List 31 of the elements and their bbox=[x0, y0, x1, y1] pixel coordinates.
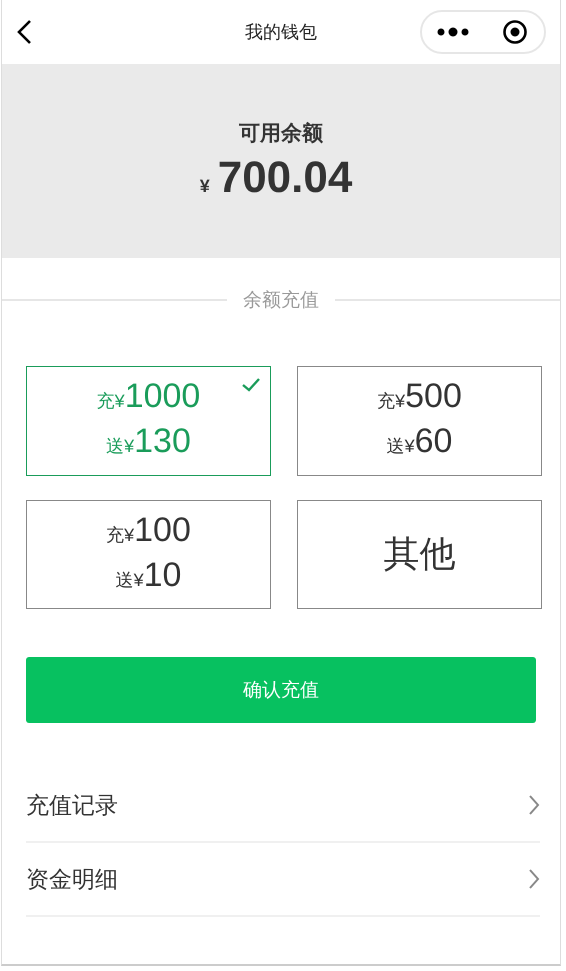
more-icon[interactable] bbox=[436, 26, 470, 38]
other-amount-label: 其他 bbox=[384, 532, 456, 576]
charge-amount: 100 bbox=[134, 510, 191, 550]
chevron-icon bbox=[528, 868, 540, 890]
charge-amount: 500 bbox=[405, 376, 462, 416]
bonus-label: 送¥ bbox=[386, 435, 415, 458]
charge-amount: 1000 bbox=[124, 376, 200, 416]
check-icon bbox=[241, 377, 261, 392]
list-item-label: 充值记录 bbox=[26, 790, 118, 820]
bonus-label: 送¥ bbox=[106, 435, 134, 458]
bonus-label: 送¥ bbox=[116, 568, 144, 592]
recharge-option[interactable]: 充¥1000 送¥130 bbox=[26, 366, 271, 476]
balance-amount: 700.04 bbox=[218, 153, 352, 203]
recharge-option[interactable]: 充¥500 送¥60 bbox=[297, 366, 542, 476]
bonus-amount: 60 bbox=[414, 421, 452, 461]
page-title: 我的钱包 bbox=[245, 21, 317, 44]
recharge-option[interactable]: 充¥100 送¥10 bbox=[26, 500, 271, 609]
list-item[interactable]: 充值记录 bbox=[26, 769, 540, 843]
balance-label: 可用余额 bbox=[239, 120, 323, 147]
charge-label: 充¥ bbox=[377, 390, 406, 413]
list-item[interactable]: 资金明细 bbox=[26, 843, 540, 917]
bonus-amount: 130 bbox=[134, 421, 191, 461]
currency-symbol: ¥ bbox=[200, 176, 210, 197]
charge-label: 充¥ bbox=[96, 390, 125, 413]
list-item-label: 资金明细 bbox=[26, 864, 118, 894]
chevron-icon bbox=[528, 794, 540, 816]
charge-label: 充¥ bbox=[106, 524, 134, 546]
back-button[interactable] bbox=[16, 19, 32, 45]
bonus-amount: 10 bbox=[144, 554, 182, 594]
back-icon bbox=[16, 19, 32, 45]
recharge-option[interactable]: 其他 bbox=[297, 500, 542, 609]
